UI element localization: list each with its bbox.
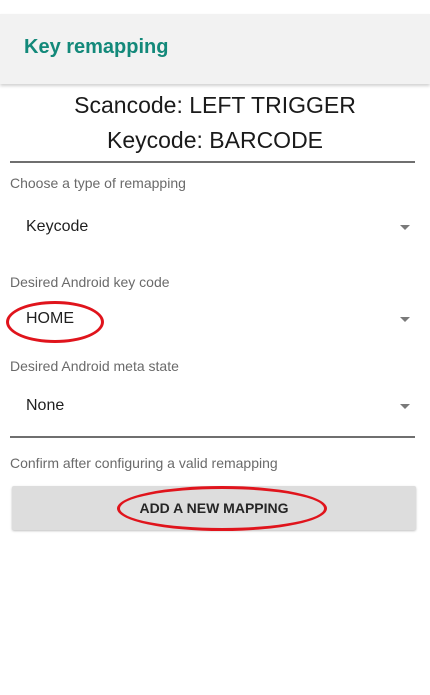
key-code-label: Desired Android key code	[10, 274, 170, 290]
dropdown-arrow-icon	[400, 225, 410, 230]
meta-state-value: None	[26, 397, 65, 414]
confirm-label: Confirm after configuring a valid remapp…	[10, 455, 278, 471]
divider-bottom	[10, 436, 415, 438]
app-bar: Key remapping	[0, 14, 430, 84]
highlight-circle-button	[117, 486, 327, 531]
keycode-heading: Keycode: BARCODE	[106, 127, 324, 153]
meta-state-label: Desired Android meta state	[10, 358, 179, 374]
meta-state-spinner[interactable]: None	[10, 387, 420, 427]
remap-type-spinner[interactable]: Keycode	[10, 208, 420, 248]
remap-type-label: Choose a type of remapping	[10, 175, 186, 191]
divider-top	[10, 161, 415, 163]
scancode-heading: Scancode: LEFT TRIGGER	[74, 92, 356, 118]
highlight-circle-home	[6, 301, 104, 343]
dropdown-arrow-icon	[400, 317, 410, 322]
app-bar-title: Key remapping	[24, 36, 169, 58]
status-bar-strip	[0, 0, 430, 15]
remap-type-value: Keycode	[26, 218, 89, 235]
dropdown-arrow-icon	[400, 404, 410, 409]
